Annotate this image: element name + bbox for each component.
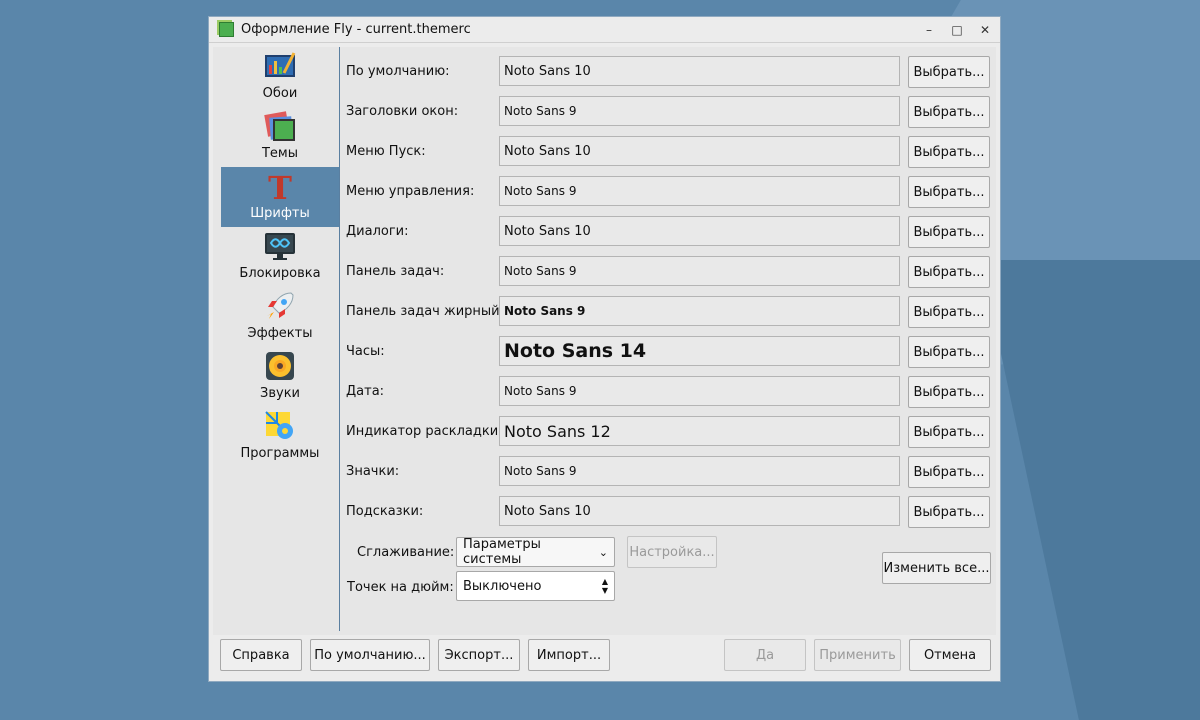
choose-font-button[interactable]: Выбрать... — [908, 296, 990, 328]
font-row-label: Дата: — [346, 384, 385, 399]
smoothing-settings-button[interactable]: Настройка... — [627, 536, 717, 568]
choose-font-button[interactable]: Выбрать... — [908, 136, 990, 168]
font-row-label: Часы: — [346, 344, 385, 359]
font-preview-field: Noto Sans 9 — [499, 456, 900, 486]
dpi-value: Выключено — [463, 578, 542, 594]
cancel-button[interactable]: Отмена — [909, 639, 991, 671]
wallpaper-icon — [265, 52, 296, 77]
sidebar-item-sounds[interactable]: Звуки — [221, 347, 339, 407]
font-row-label: Подсказки: — [346, 504, 424, 519]
font-row-label: По умолчанию: — [346, 64, 450, 79]
dpi-spinbox[interactable]: Выключено ▲ ▼ — [456, 571, 615, 601]
choose-font-button[interactable]: Выбрать... — [908, 336, 990, 368]
sidebar-item-fonts[interactable]: T Шрифты — [221, 167, 339, 227]
ok-button[interactable]: Да — [724, 639, 806, 671]
choose-font-button[interactable]: Выбрать... — [908, 496, 990, 528]
font-row-label: Меню управления: — [346, 184, 475, 199]
spin-arrows-icon: ▲ ▼ — [601, 577, 608, 595]
choose-font-button[interactable]: Выбрать... — [908, 216, 990, 248]
dpi-label: Точек на дюйм: — [347, 580, 454, 595]
maximize-button[interactable]: □ — [950, 23, 964, 37]
import-button[interactable]: Импорт... — [528, 639, 610, 671]
sidebar-item-label: Шрифты — [250, 206, 310, 221]
choose-font-button[interactable]: Выбрать... — [908, 56, 990, 88]
font-preview-field: Noto Sans 12 — [499, 416, 900, 446]
smoothing-value: Параметры системы — [463, 537, 541, 567]
choose-font-button[interactable]: Выбрать... — [908, 456, 990, 488]
defaults-button[interactable]: По умолчанию... — [310, 639, 430, 671]
smoothing-select[interactable]: Параметры системы ⌄ — [456, 537, 615, 567]
smoothing-label: Сглаживание: — [357, 545, 455, 560]
font-row-label: Диалоги: — [346, 224, 409, 239]
apply-button[interactable]: Применить — [814, 639, 901, 671]
font-row-label: Заголовки окон: — [346, 104, 459, 119]
choose-font-button[interactable]: Выбрать... — [908, 416, 990, 448]
export-button[interactable]: Экспорт... — [438, 639, 520, 671]
title-bar[interactable]: Оформление Fly - current.themerc – □ ✕ — [209, 17, 1000, 43]
font-preview-field: Noto Sans 10 — [499, 56, 900, 86]
font-preview-field: Noto Sans 10 — [499, 136, 900, 166]
sidebar-item-label: Темы — [261, 146, 298, 161]
font-preview-field: Noto Sans 9 — [499, 96, 900, 126]
sidebar-item-label: Обои — [262, 86, 298, 101]
font-preview-field: Noto Sans 10 — [499, 496, 900, 526]
dialog-button-bar: Справка По умолчанию... Экспорт... Импор… — [209, 605, 1002, 671]
font-row-label: Индикатор раскладки: — [346, 424, 503, 439]
font-preview-field: Noto Sans 9 — [499, 256, 900, 286]
sidebar-item-label: Звуки — [260, 386, 300, 401]
sidebar-item-wallpaper[interactable]: Обои — [221, 47, 339, 107]
svg-text:T: T — [268, 169, 292, 203]
sidebar-item-programs[interactable]: Программы — [221, 407, 339, 467]
sidebar-item-effects[interactable]: Эффекты — [221, 287, 339, 347]
choose-font-button[interactable]: Выбрать... — [908, 176, 990, 208]
speaker-icon — [266, 352, 294, 380]
sidebar-item-label: Эффекты — [247, 326, 313, 341]
chevron-down-icon: ⌄ — [598, 545, 608, 559]
minimize-button[interactable]: – — [922, 23, 936, 37]
sidebar-item-lock[interactable]: Блокировка — [221, 227, 339, 287]
change-all-button[interactable]: Изменить все... — [882, 552, 991, 584]
choose-font-button[interactable]: Выбрать... — [908, 96, 990, 128]
rocket-icon — [267, 292, 294, 319]
close-button[interactable]: ✕ — [978, 23, 992, 37]
window-title: Оформление Fly - current.themerc — [241, 22, 471, 37]
font-row-label: Панель задач жирный: — [346, 304, 504, 319]
sidebar-item-themes[interactable]: Темы — [221, 107, 339, 167]
font-row-label: Панель задач: — [346, 264, 445, 279]
font-preview-field: Noto Sans 9 — [499, 296, 900, 326]
font-preview-field: Noto Sans 9 — [499, 376, 900, 406]
sidebar-item-label: Программы — [240, 446, 320, 461]
choose-font-button[interactable]: Выбрать... — [908, 376, 990, 408]
choose-font-button[interactable]: Выбрать... — [908, 256, 990, 288]
programs-icon — [265, 411, 293, 439]
font-preview-field: Noto Sans 9 — [499, 176, 900, 206]
main-content: Обои Темы T Шрифты Блокировка Эффекты Зв… — [213, 47, 996, 635]
sidebar-item-label: Блокировка — [239, 266, 321, 281]
sidebar: Обои Темы T Шрифты Блокировка Эффекты Зв… — [221, 47, 340, 631]
desktop-background-shape — [981, 260, 1200, 720]
font-row-label: Значки: — [346, 464, 400, 479]
font-row-label: Меню Пуск: — [346, 144, 426, 159]
font-preview-field: Noto Sans 14 — [499, 336, 900, 366]
fonts-icon: T — [268, 169, 292, 203]
font-preview-field: Noto Sans 10 — [499, 216, 900, 246]
app-icon — [219, 22, 234, 37]
appearance-window: Оформление Fly - current.themerc – □ ✕ О… — [208, 16, 1001, 682]
themes-icon — [264, 111, 295, 141]
lock-screen-icon — [265, 233, 295, 260]
help-button[interactable]: Справка — [220, 639, 302, 671]
